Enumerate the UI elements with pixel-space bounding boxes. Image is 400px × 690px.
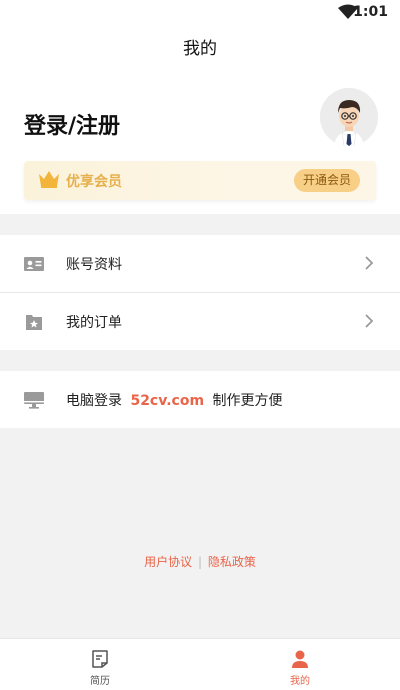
tab-label: 简历 [90, 676, 110, 687]
tab-label: 我的 [290, 676, 310, 687]
pc-login-prefix: 电脑登录 [66, 393, 122, 409]
vip-banner[interactable]: 优享会员 开通会员 [24, 161, 376, 200]
status-time: 1:01 [353, 4, 388, 20]
menu-item-pc-login[interactable]: 电脑登录 52cv.com 制作更方便 [0, 371, 400, 428]
link-separator: | [197, 555, 203, 569]
status-bar: 1:01 [0, 0, 400, 26]
vip-label: 优享会员 [66, 174, 122, 190]
menu-group-account: 账号资料 我的订单 [0, 235, 400, 350]
pc-login-text: 电脑登录 52cv.com 制作更方便 [66, 390, 283, 410]
chevron-right-icon [365, 256, 374, 270]
user-agreement-link[interactable]: 用户协议 [144, 555, 192, 569]
tab-resume[interactable]: 简历 [0, 639, 200, 690]
crown-icon [39, 171, 59, 188]
menu-item-account-profile[interactable]: 账号资料 [0, 235, 400, 292]
menu-item-my-orders[interactable]: 我的订单 [0, 292, 400, 349]
page-title: 我的 [183, 39, 217, 59]
menu-item-label: 我的订单 [66, 315, 122, 331]
bottom-tab-bar: 简历 我的 [0, 638, 400, 690]
monitor-icon [24, 392, 44, 409]
footer-links: 用户协议 | 隐私政策 [0, 553, 400, 570]
privacy-policy-link[interactable]: 隐私政策 [208, 555, 256, 569]
id-card-icon [24, 257, 44, 271]
open-vip-button[interactable]: 开通会员 [293, 169, 360, 192]
chevron-right-icon [365, 314, 374, 328]
tab-mine[interactable]: 我的 [200, 639, 400, 690]
site-link[interactable]: 52cv.com [130, 393, 204, 409]
order-box-icon [26, 315, 42, 330]
menu-group-pc: 电脑登录 52cv.com 制作更方便 [0, 371, 400, 428]
avatar-cartoon-icon [320, 88, 378, 146]
login-register-link[interactable]: 登录/注册 [24, 108, 120, 140]
person-icon [292, 650, 308, 668]
menu-item-label: 账号资料 [66, 257, 122, 273]
pc-login-suffix: 制作更方便 [212, 393, 283, 409]
resume-icon [92, 650, 108, 668]
avatar[interactable] [320, 88, 378, 146]
